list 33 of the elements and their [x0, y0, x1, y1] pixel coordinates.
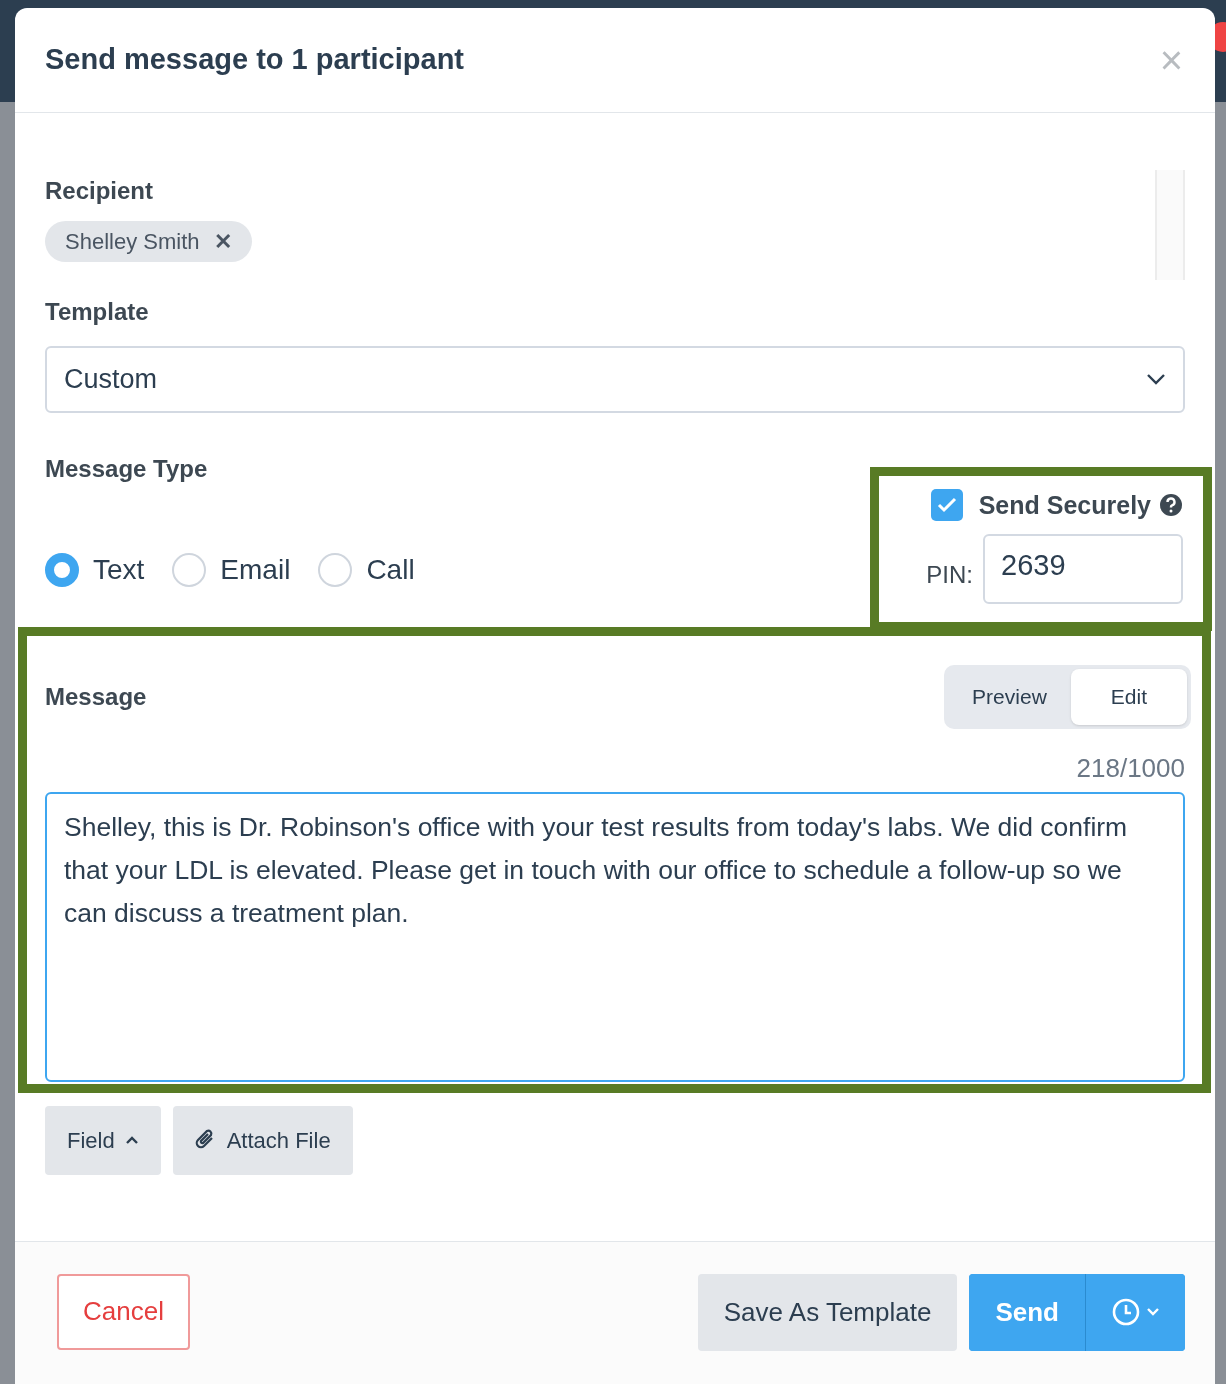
- field-label: Recipient: [45, 175, 155, 206]
- schedule-button[interactable]: [1085, 1273, 1185, 1351]
- field-label: Message Type: [45, 453, 209, 484]
- radio-label: Email: [220, 552, 291, 587]
- attach-file-button[interactable]: Attach File: [172, 1105, 353, 1175]
- radio-button[interactable]: [45, 552, 79, 587]
- template-select[interactable]: Custom: [45, 345, 1185, 413]
- pin-label: PIN:: [926, 560, 973, 591]
- chevron-down-icon: [1146, 373, 1166, 386]
- dialog-title: Send message to 1 participant: [45, 42, 464, 78]
- checkbox[interactable]: [930, 489, 963, 522]
- chevron-down-icon: [1145, 1307, 1160, 1318]
- help-icon[interactable]: [1159, 493, 1183, 518]
- mode-tab[interactable]: Edit: [1070, 668, 1187, 725]
- radio-button[interactable]: [172, 552, 207, 587]
- pin-field[interactable]: 2639: [983, 534, 1183, 605]
- radio-label: Call: [366, 552, 415, 587]
- field-label: Message: [45, 681, 147, 712]
- cancel-button[interactable]: Cancel: [57, 1273, 190, 1350]
- mode-tab[interactable]: Preview: [948, 668, 1071, 725]
- save-template-button[interactable]: Save As Template: [697, 1273, 958, 1351]
- checkbox-label: Send Securely: [978, 489, 1151, 521]
- remove-button[interactable]: ✕: [213, 224, 232, 258]
- check-icon: [936, 497, 957, 514]
- recipient-name: Shelley Smith: [65, 227, 200, 256]
- radio-label: Text: [93, 552, 145, 587]
- radio-button[interactable]: [318, 552, 353, 587]
- clock-icon: [1111, 1298, 1140, 1327]
- caret-up-icon: [124, 1135, 139, 1146]
- field-button[interactable]: Field: [45, 1105, 161, 1175]
- field-label: Template: [45, 296, 150, 327]
- message-field[interactable]: Shelley, this is Dr. Robinson's office with your test results from today's labs. We did confirm that your LDL is elevated. Please get in touch with our office to schedule a follow-up so we can discuss a treatment plan.: [45, 791, 1185, 1082]
- character-counter: 218/1000: [1076, 751, 1185, 785]
